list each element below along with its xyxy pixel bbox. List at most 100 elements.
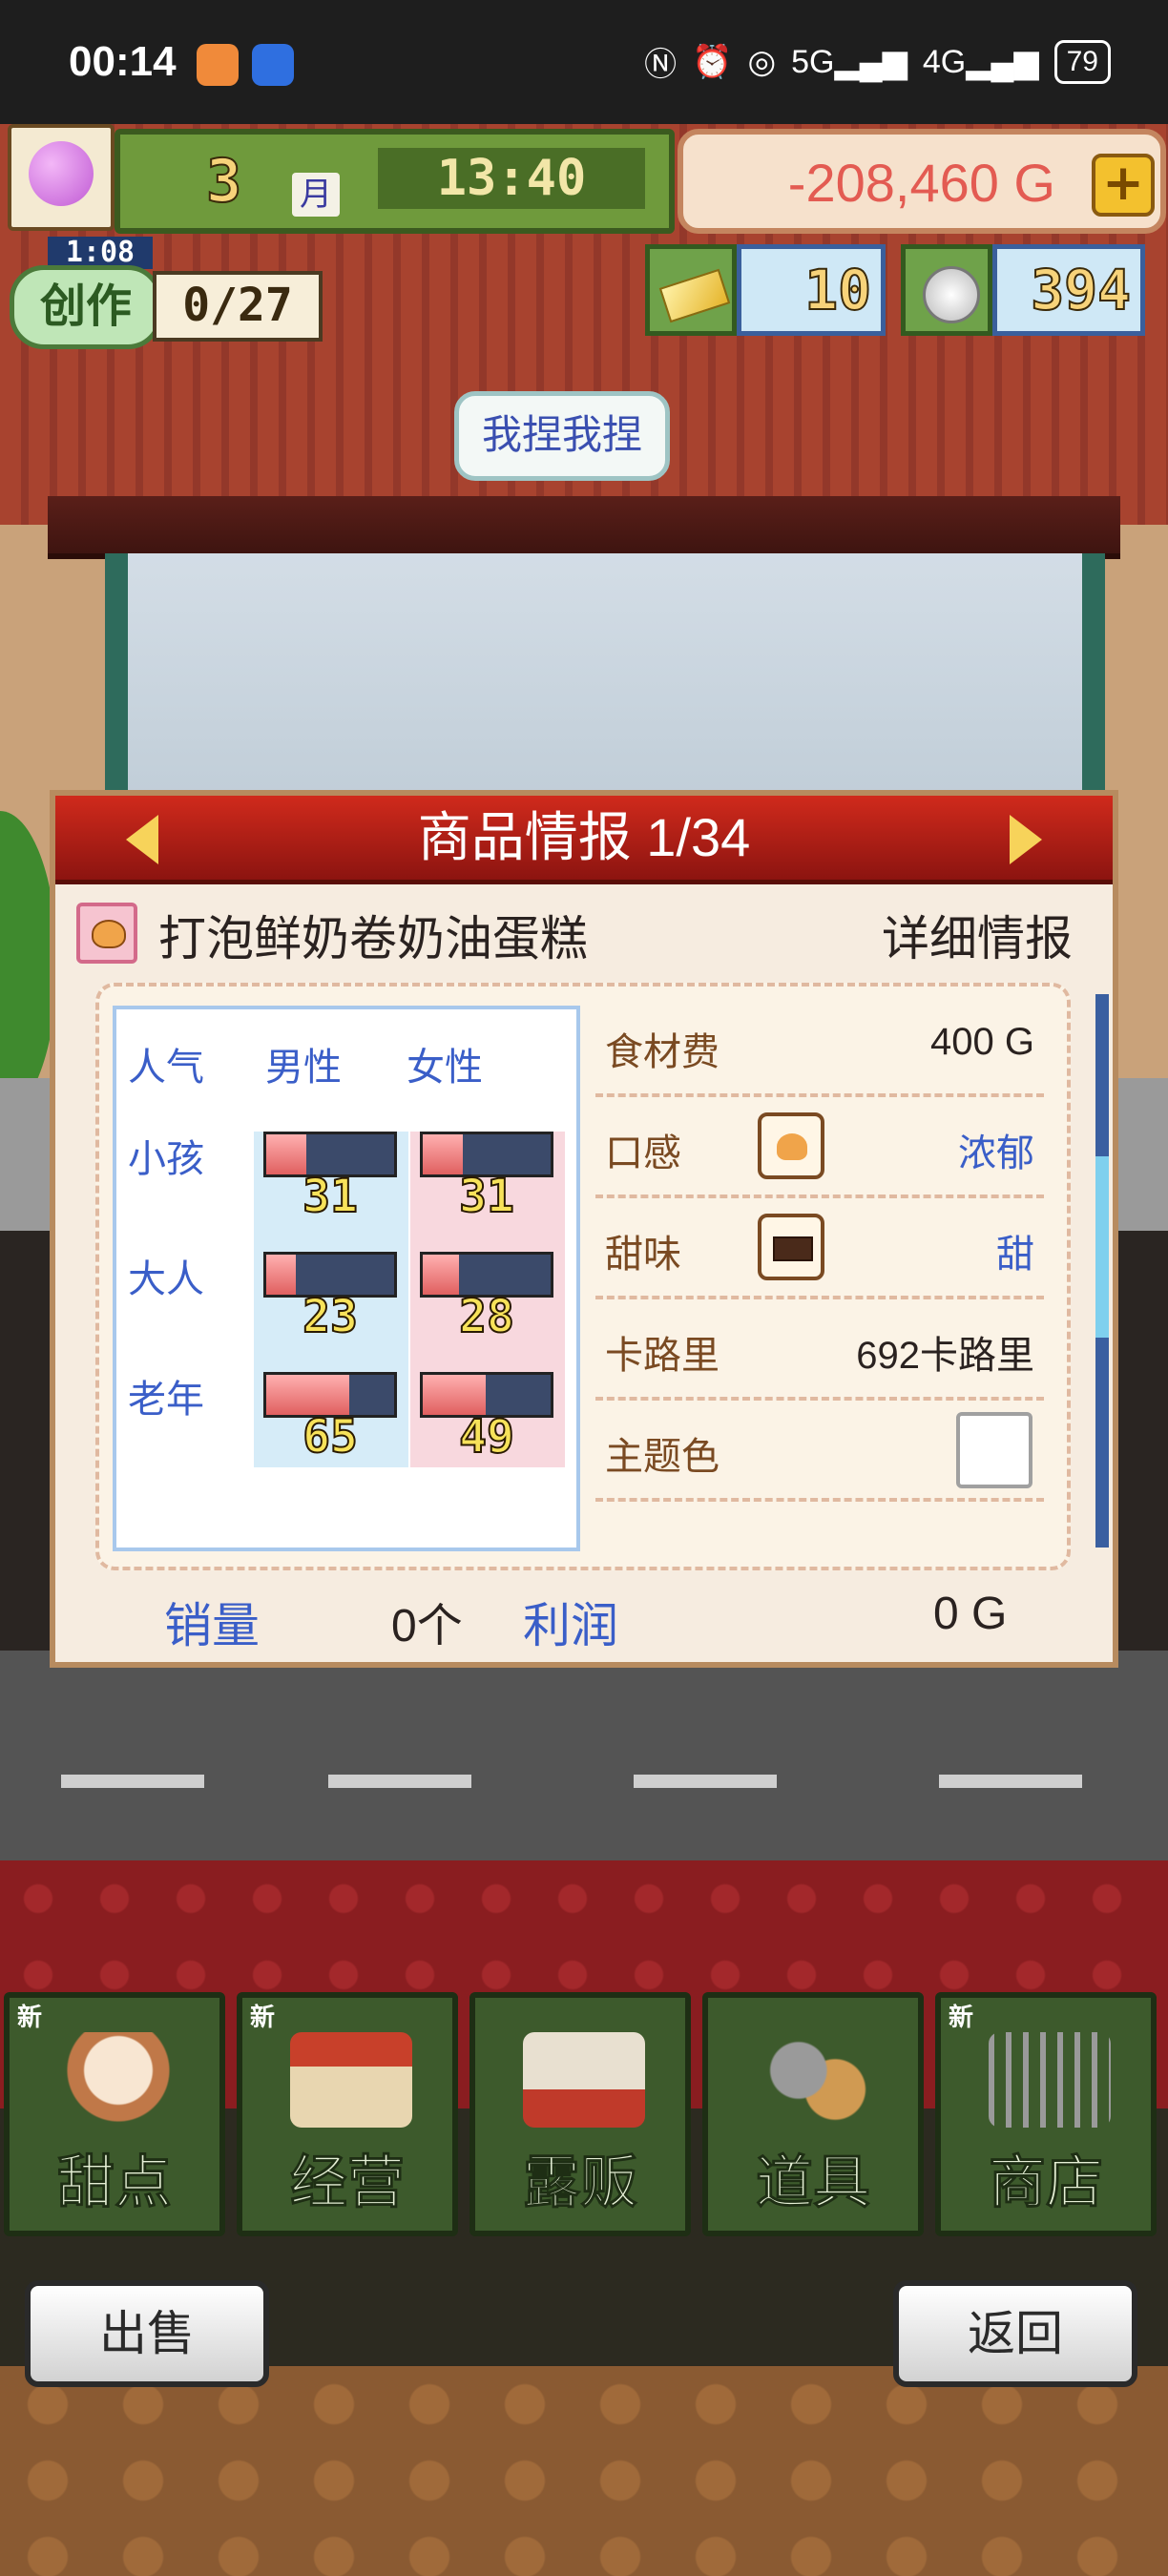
- alarm-icon: ⏰: [692, 43, 733, 80]
- texture-row: 口感 浓郁: [595, 1099, 1044, 1198]
- back-button[interactable]: 返回: [893, 2280, 1137, 2387]
- shop-icon: [290, 2032, 412, 2128]
- new-badge: 新: [949, 2004, 974, 2032]
- status-time: 00:14: [69, 38, 177, 85]
- cost-value: 400 G: [930, 1021, 1034, 1063]
- money-value: -208,460 G: [787, 153, 1055, 213]
- gold-resource[interactable]: 10: [645, 244, 886, 336]
- menu-dessert-button[interactable]: 新 甜点: [4, 1992, 225, 2236]
- shop-awning: [48, 496, 1120, 559]
- silver-coin-icon: [901, 244, 992, 336]
- gold-count: 10: [737, 244, 886, 336]
- popularity-value-male: 65: [302, 1409, 359, 1465]
- popularity-value-male: 23: [302, 1289, 359, 1344]
- game-clock: 13:40: [378, 148, 645, 209]
- lane-marking: [328, 1775, 471, 1788]
- cost-label: 食材费: [605, 1030, 720, 1074]
- item-name: 打泡鲜奶卷奶油蛋糕: [158, 911, 588, 966]
- scrollbar[interactable]: [1095, 994, 1109, 1548]
- popularity-header: 人气: [128, 1046, 204, 1090]
- menu-stall-button[interactable]: 露贩: [469, 1992, 691, 2236]
- create-count: 0/27: [153, 271, 323, 342]
- theme-color-swatch[interactable]: [956, 1412, 1032, 1488]
- texture-label: 口感: [605, 1132, 681, 1175]
- new-badge: 新: [250, 2004, 276, 2032]
- app-notification-icon: [197, 44, 239, 86]
- sweetness-value: 甜: [996, 1234, 1034, 1276]
- popularity-value-female: 31: [458, 1169, 515, 1224]
- battery-icon: 79: [1053, 39, 1111, 84]
- create-timer: 1:08: [48, 237, 153, 269]
- silver-resource[interactable]: 394: [901, 244, 1145, 336]
- scrollbar-thumb[interactable]: [1095, 1156, 1109, 1338]
- row-label-child: 小孩: [128, 1137, 204, 1181]
- status-bar: 00:14 Ⓝ ⏰ ◎ 5G▂▄▆ 4G▂▄▆ 79: [0, 0, 1168, 124]
- gold-bar-icon: [645, 244, 737, 336]
- menu-label: 露贩: [523, 2150, 638, 2217]
- lane-marking: [634, 1775, 777, 1788]
- network-4g-label: 4G: [922, 43, 967, 80]
- speech-bubble: 我捏我捏: [454, 391, 670, 481]
- 4g-signal-icon: 4G▂▄▆: [922, 43, 1039, 80]
- flower-icon: [29, 141, 94, 206]
- texture-value: 浓郁: [958, 1132, 1034, 1174]
- menu-items-button[interactable]: 道具: [702, 1992, 924, 2236]
- bread-icon: [76, 903, 137, 964]
- food-truck-icon: [523, 2032, 645, 2128]
- male-header: 男性: [265, 1046, 342, 1090]
- popularity-value-female: 28: [458, 1289, 515, 1344]
- theme-color-label: 主题色: [605, 1435, 720, 1479]
- date-panel: 3 月 13:40: [115, 129, 675, 234]
- theme-color-row: 主题色: [595, 1402, 1044, 1502]
- sales-value: 0个: [391, 1601, 463, 1652]
- hotspot-icon: ◎: [747, 43, 777, 80]
- popularity-table: 人气 男性 女性 小孩 大人 老年 31 31 23 28 65 49: [113, 1006, 580, 1551]
- calorie-value: 692卡路里: [856, 1335, 1034, 1377]
- menu-label: 道具: [756, 2150, 871, 2217]
- menu-store-button[interactable]: 新 商店: [935, 1992, 1157, 2236]
- row-label-adult: 大人: [128, 1257, 204, 1301]
- female-header: 女性: [407, 1046, 483, 1090]
- create-label: 创作: [10, 265, 162, 349]
- profit-value: 0 G: [933, 1589, 1008, 1639]
- status-icons: Ⓝ ⏰ ◎ 5G▂▄▆ 4G▂▄▆ 79: [644, 38, 1111, 85]
- profit-label: 利润: [523, 1598, 618, 1653]
- shopping-cart-icon: [989, 2032, 1111, 2128]
- menu-management-button[interactable]: 新 经营: [237, 1992, 458, 2236]
- row-label-senior: 老年: [128, 1378, 204, 1422]
- month-number: 3: [205, 145, 242, 217]
- panel-title: 商品情报 1/34: [417, 807, 751, 867]
- add-money-button[interactable]: +: [1092, 154, 1155, 217]
- bottom-bar-bg: [0, 2366, 1168, 2576]
- cost-row: 食材费 400 G: [595, 998, 1044, 1097]
- gear-bag-icon: [756, 2032, 878, 2128]
- sweetness-label: 甜味: [605, 1233, 681, 1277]
- panel-header: 商品情报 1/34: [55, 796, 1113, 884]
- new-badge: 新: [17, 2004, 43, 2032]
- next-arrow-icon[interactable]: [1010, 815, 1042, 864]
- calorie-row: 卡路里 692卡路里: [595, 1301, 1044, 1401]
- sweetness-row: 甜味 甜: [595, 1200, 1044, 1299]
- calorie-label: 卡路里: [605, 1334, 720, 1378]
- silver-count: 394: [992, 244, 1145, 336]
- road: [0, 1651, 1168, 1860]
- app-notification-icon: [252, 44, 294, 86]
- product-info-panel: 商品情报 1/34 打泡鲜奶卷奶油蛋糕 详细情报 人气 男性 女性 小孩 大人 …: [50, 790, 1118, 1668]
- popularity-value-female: 49: [458, 1409, 515, 1465]
- sales-label: 销量: [164, 1598, 260, 1653]
- detail-info-link[interactable]: 详细情报: [882, 901, 1073, 969]
- create-widget[interactable]: 1:08 创作 0/27: [10, 237, 323, 349]
- network-5g-label: 5G: [791, 43, 835, 80]
- menu-label: 商店: [989, 2150, 1104, 2217]
- cake-icon: [57, 2032, 179, 2128]
- chocolate-icon: [758, 1214, 824, 1280]
- avatar[interactable]: [8, 124, 115, 231]
- info-body: 人气 男性 女性 小孩 大人 老年 31 31 23 28 65 49 食材费 400 G…: [95, 983, 1071, 1570]
- menu-label: 经营: [290, 2150, 406, 2217]
- 5g-signal-icon: 5G▂▄▆: [791, 43, 907, 80]
- lane-marking: [61, 1775, 204, 1788]
- sell-button[interactable]: 出售: [25, 2280, 269, 2387]
- nfc-icon: Ⓝ: [644, 47, 678, 83]
- month-label: 月: [292, 173, 340, 217]
- cream-icon: [758, 1112, 824, 1179]
